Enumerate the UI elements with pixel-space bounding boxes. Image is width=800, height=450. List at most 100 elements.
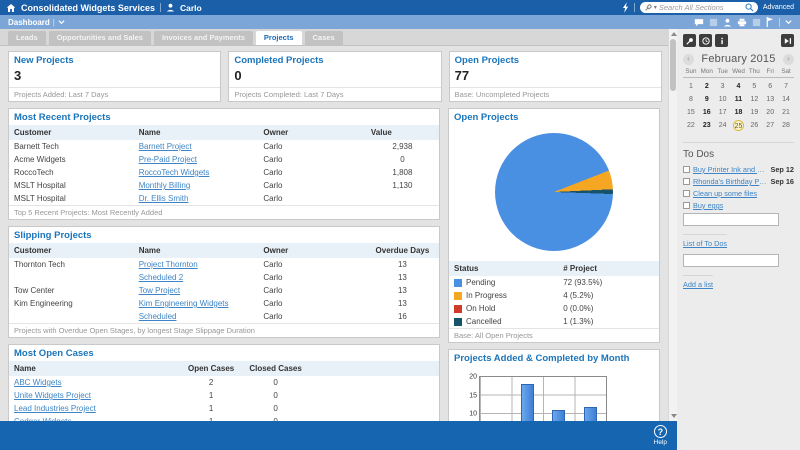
column-header[interactable]: Owner	[258, 243, 366, 258]
column-header[interactable]: # Project	[558, 261, 659, 276]
calendar-day[interactable]: 5	[746, 80, 762, 93]
calendar-day[interactable]: 27	[762, 119, 778, 132]
panel-title[interactable]: Most Open Cases	[9, 345, 439, 361]
calendar-day[interactable]: 25	[731, 119, 747, 132]
project-link[interactable]: Scheduled 2	[134, 271, 259, 284]
calendar-day[interactable]: 11	[731, 93, 747, 106]
todo-quick-add-input[interactable]	[683, 213, 779, 226]
layout-chevron-down-icon[interactable]	[785, 19, 792, 25]
todo-link[interactable]: Clean up some files	[693, 189, 757, 198]
kpi-title[interactable]: Open Projects	[450, 52, 661, 68]
calendar-day[interactable]: 3	[715, 80, 731, 93]
column-header[interactable]: Name	[134, 243, 259, 258]
breadcrumb-chevron-down-icon[interactable]	[58, 19, 65, 25]
calendar-day[interactable]: 18	[731, 106, 747, 119]
panel-title[interactable]: Slipping Projects	[9, 227, 439, 243]
todo-checkbox[interactable]	[683, 178, 690, 185]
calendar-prev-icon[interactable]: ‹	[683, 54, 694, 65]
global-search[interactable]: ▾ Search All Sections	[640, 2, 758, 13]
list-of-todos-link[interactable]: List of To Dos	[683, 234, 727, 248]
dashboard-tab[interactable]: Invoices and Payments	[154, 31, 253, 45]
user-name[interactable]: Carlo	[180, 3, 202, 13]
project-link[interactable]: Dr. Ellis Smith	[134, 192, 259, 205]
panel-icon[interactable]	[709, 18, 718, 27]
calendar-day[interactable]: 2	[699, 80, 715, 93]
calendar-day[interactable]: 6	[762, 80, 778, 93]
new-list-input[interactable]	[683, 254, 779, 267]
calendar-day[interactable]: 23	[699, 119, 715, 132]
column-header[interactable]: Customer	[9, 243, 134, 258]
calendar-day[interactable]: 22	[683, 119, 699, 132]
brand-title[interactable]: Consolidated Widgets Services	[21, 3, 155, 13]
project-link[interactable]: Unite Widgets Project	[9, 389, 181, 402]
todo-link[interactable]: Buy eggs	[693, 201, 723, 210]
calendar-day[interactable]: 15	[683, 106, 699, 119]
bar-chart-plot[interactable]: 05101520	[479, 376, 607, 421]
calendar-day[interactable]: 10	[715, 93, 731, 106]
calendar-day[interactable]: 8	[683, 93, 699, 106]
home-icon[interactable]	[6, 3, 16, 13]
search-category-caret-icon[interactable]: ▾	[654, 5, 657, 11]
project-link[interactable]: Scheduled	[134, 310, 259, 323]
bar-Dec[interactable]	[552, 410, 565, 421]
panel-title[interactable]: Open Projects	[449, 109, 659, 125]
dashboard-tab[interactable]: Cases	[305, 31, 343, 45]
dashboard-tab[interactable]: Opportunities and Sales	[49, 31, 151, 45]
dashboard-tab[interactable]: Leads	[8, 31, 46, 45]
column-header[interactable]: Closed Cases	[241, 361, 310, 376]
project-link[interactable]: Monthly Billing	[134, 179, 259, 192]
project-link[interactable]: Lead Industries Project	[9, 402, 181, 415]
vertical-scrollbar[interactable]	[668, 29, 677, 421]
calendar-day[interactable]: 16	[699, 106, 715, 119]
todo-checkbox[interactable]	[683, 190, 690, 197]
calendar-day[interactable]: 26	[746, 119, 762, 132]
column-header[interactable]: Name	[9, 361, 181, 376]
search-icon[interactable]	[745, 3, 754, 12]
calendar-day[interactable]: 21	[778, 106, 794, 119]
column-header[interactable]: Overdue Days	[366, 243, 439, 258]
project-link[interactable]: Kim Engineering Widgets	[134, 297, 259, 310]
add-a-list-link[interactable]: Add a list	[683, 275, 713, 289]
people-icon[interactable]	[723, 18, 732, 27]
scrollbar-thumb[interactable]	[670, 39, 676, 91]
panel-title[interactable]: Projects Added & Completed by Month	[449, 350, 659, 366]
flag-icon[interactable]	[766, 17, 774, 27]
recent-clock-icon[interactable]	[699, 34, 712, 47]
column-header[interactable]: Open Cases	[181, 361, 241, 376]
calendar-day[interactable]: 19	[746, 106, 762, 119]
todo-link[interactable]: Rhonda's Birthday Party	[693, 177, 767, 186]
bar-Jan[interactable]	[521, 384, 534, 421]
calendar-day[interactable]: 17	[715, 106, 731, 119]
calendar-day[interactable]: 7	[778, 80, 794, 93]
calendar-day[interactable]: 4	[731, 80, 747, 93]
project-link[interactable]: RoccoTech Widgets	[134, 166, 259, 179]
calendar-day[interactable]: 12	[746, 93, 762, 106]
column-header[interactable]: Name	[134, 125, 259, 140]
todo-link[interactable]: Buy Printer Ink and Paper	[693, 165, 767, 174]
column-header[interactable]: Value	[366, 125, 439, 140]
quick-add-bolt-icon[interactable]	[622, 2, 629, 13]
calendar-day[interactable]: 20	[762, 106, 778, 119]
advanced-search-link[interactable]: Advanced	[763, 4, 794, 11]
todo-checkbox[interactable]	[683, 166, 690, 173]
feedback-chat-icon[interactable]	[694, 18, 704, 27]
bar-Nov[interactable]	[584, 407, 597, 421]
collapse-sidebar-icon[interactable]	[781, 34, 794, 47]
project-link[interactable]: ABC Widgets	[9, 376, 181, 389]
search-category-icon[interactable]	[644, 4, 652, 12]
calendar-next-icon[interactable]: ›	[783, 54, 794, 65]
project-link[interactable]: Tow Project	[134, 284, 259, 297]
pin-icon[interactable]	[683, 34, 696, 47]
scroll-down-arrow-icon[interactable]	[671, 414, 677, 418]
calendar-day[interactable]: 24	[715, 119, 731, 132]
calendar-day[interactable]: 9	[699, 93, 715, 106]
scroll-up-arrow-icon[interactable]	[671, 32, 677, 36]
project-link[interactable]: Project Thornton	[134, 258, 259, 271]
project-link[interactable]: Barnett Project	[134, 140, 259, 153]
panel-title[interactable]: Most Recent Projects	[9, 109, 439, 125]
info-icon[interactable]	[715, 34, 728, 47]
column-header[interactable]: Customer	[9, 125, 134, 140]
project-link[interactable]: Pre-Paid Project	[134, 153, 259, 166]
calendar-day[interactable]: 14	[778, 93, 794, 106]
panel-icon[interactable]	[752, 18, 761, 27]
